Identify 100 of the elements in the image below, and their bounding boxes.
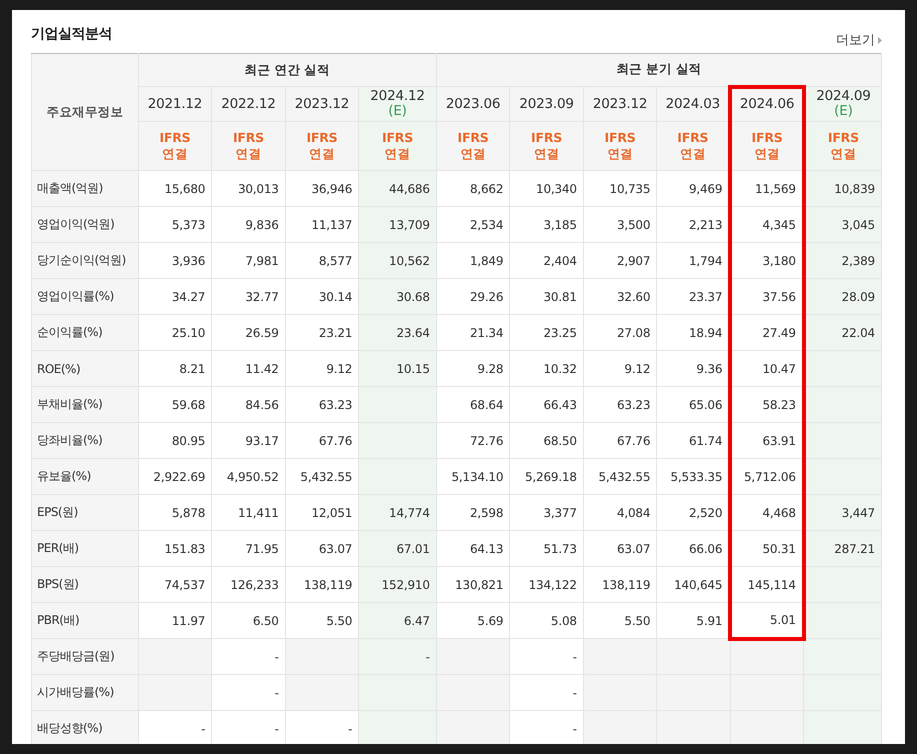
table-cell: 5.08	[510, 602, 584, 638]
table-cell: 29.26	[436, 278, 510, 314]
column-header: 2024.09 (E)	[804, 86, 882, 122]
accounting-basis: IFRS 연결	[436, 122, 510, 170]
row-label: 배당성향(%)	[32, 710, 138, 744]
table-cell: 23.64	[358, 314, 436, 350]
table-cell: 2,404	[510, 242, 584, 278]
row-label: EPS(원)	[32, 494, 138, 530]
table-cell: 68.64	[436, 386, 510, 422]
accounting-basis: IFRS 연결	[804, 122, 882, 170]
accounting-basis: IFRS 연결	[285, 122, 359, 170]
more-link[interactable]: 더보기	[836, 31, 882, 49]
column-header: 2021.12	[138, 86, 212, 122]
column-header: 2024.06	[730, 86, 804, 122]
row-label: PBR(배)	[32, 602, 138, 638]
row-label: 시가배당률(%)	[32, 674, 138, 710]
table-cell: 8,662	[436, 170, 510, 206]
table-cell: 44,686	[358, 170, 436, 206]
table-cell: 25.10	[138, 314, 212, 350]
table-cell: 10,735	[583, 170, 657, 206]
table-cell: 26.59	[212, 314, 286, 350]
table-cell: 3,447	[804, 494, 882, 530]
caret-icon	[878, 36, 882, 44]
row-label: PER(배)	[32, 530, 138, 566]
table-cell: 9.12	[583, 350, 657, 386]
table-cell: 63.07	[583, 530, 657, 566]
table-cell: 5,878	[138, 494, 212, 530]
column-header: 2023.12	[583, 86, 657, 122]
table-cell: 3,500	[583, 206, 657, 242]
row-label: 부채비율(%)	[32, 386, 138, 422]
table-cell: 84.56	[212, 386, 286, 422]
table-cell: 3,185	[510, 206, 584, 242]
table-cell: 67.01	[358, 530, 436, 566]
table-cell: 28.09	[804, 278, 882, 314]
table-cell: 5,432.55	[583, 458, 657, 494]
table-cell: 15,680	[138, 170, 212, 206]
table-cell: -	[510, 638, 584, 674]
header-cell: 주요재무정보	[32, 54, 138, 170]
table-cell: 68.50	[510, 422, 584, 458]
table-cell: 10,340	[510, 170, 584, 206]
table-cell: 32.60	[583, 278, 657, 314]
table-cell: 9,836	[212, 206, 286, 242]
table-cell: 11.42	[212, 350, 286, 386]
table-cell: 1,849	[436, 242, 510, 278]
table-cell: 134,122	[510, 566, 584, 602]
group-header: 최근 연간 실적	[138, 54, 436, 86]
table-cell: 2,598	[436, 494, 510, 530]
table-cell: 8.21	[138, 350, 212, 386]
table-cell: 34.27	[138, 278, 212, 314]
table-cell: 63.23	[583, 386, 657, 422]
table-cell: 151.83	[138, 530, 212, 566]
table-cell: 10.32	[510, 350, 584, 386]
row-label: 주당배당금(원)	[32, 638, 138, 674]
accounting-basis: IFRS 연결	[358, 122, 436, 170]
row-label: 순이익률(%)	[32, 314, 138, 350]
column-header: 2023.06	[436, 86, 510, 122]
table-cell: 66.43	[510, 386, 584, 422]
table-cell: 9.28	[436, 350, 510, 386]
column-header: 2022.12	[212, 86, 286, 122]
row-label: 유보율(%)	[32, 458, 138, 494]
table-cell: 11,411	[212, 494, 286, 530]
table-cell: 30.68	[358, 278, 436, 314]
table-cell: 2,389	[804, 242, 882, 278]
table-cell: 14,774	[358, 494, 436, 530]
row-label: BPS(원)	[32, 566, 138, 602]
table-cell: 22.04	[804, 314, 882, 350]
table-cell: 32.77	[212, 278, 286, 314]
table-cell: 23.25	[510, 314, 584, 350]
table-cell: 2,907	[583, 242, 657, 278]
table-cell: 4,084	[583, 494, 657, 530]
table-cell: 3,045	[804, 206, 882, 242]
accounting-basis: IFRS 연결	[510, 122, 584, 170]
column-header: 2023.09	[510, 86, 584, 122]
column-header: 2024.03	[656, 86, 730, 122]
table-cell: 64.13	[436, 530, 510, 566]
table-cell: 80.95	[138, 422, 212, 458]
table-cell: 74,537	[138, 566, 212, 602]
table-cell: 10,839	[804, 170, 882, 206]
table-cell: 138,119	[583, 566, 657, 602]
table-cell: -	[212, 674, 286, 710]
table-cell: 3,936	[138, 242, 212, 278]
table-cell: 287.21	[804, 530, 882, 566]
accounting-basis: IFRS 연결	[656, 122, 730, 170]
table-cell: 3,377	[510, 494, 584, 530]
table-cell: 30,013	[212, 170, 286, 206]
table-cell: 10.15	[358, 350, 436, 386]
row-label: 매출액(억원)	[32, 170, 138, 206]
row-label: ROE(%)	[32, 350, 138, 386]
table-cell: 5,134.10	[436, 458, 510, 494]
table-cell: 13,709	[358, 206, 436, 242]
table-cell: 67.76	[583, 422, 657, 458]
table-cell: 6.50	[212, 602, 286, 638]
table-cell: 4,950.52	[212, 458, 286, 494]
table-cell: -	[358, 638, 436, 674]
column-header: 2024.12 (E)	[358, 86, 436, 122]
table-cell: 2,922.69	[138, 458, 212, 494]
row-label: 영업이익(억원)	[32, 206, 138, 242]
table-cell: -	[212, 638, 286, 674]
column-header: 2023.12	[285, 86, 359, 122]
table-cell: 72.76	[436, 422, 510, 458]
